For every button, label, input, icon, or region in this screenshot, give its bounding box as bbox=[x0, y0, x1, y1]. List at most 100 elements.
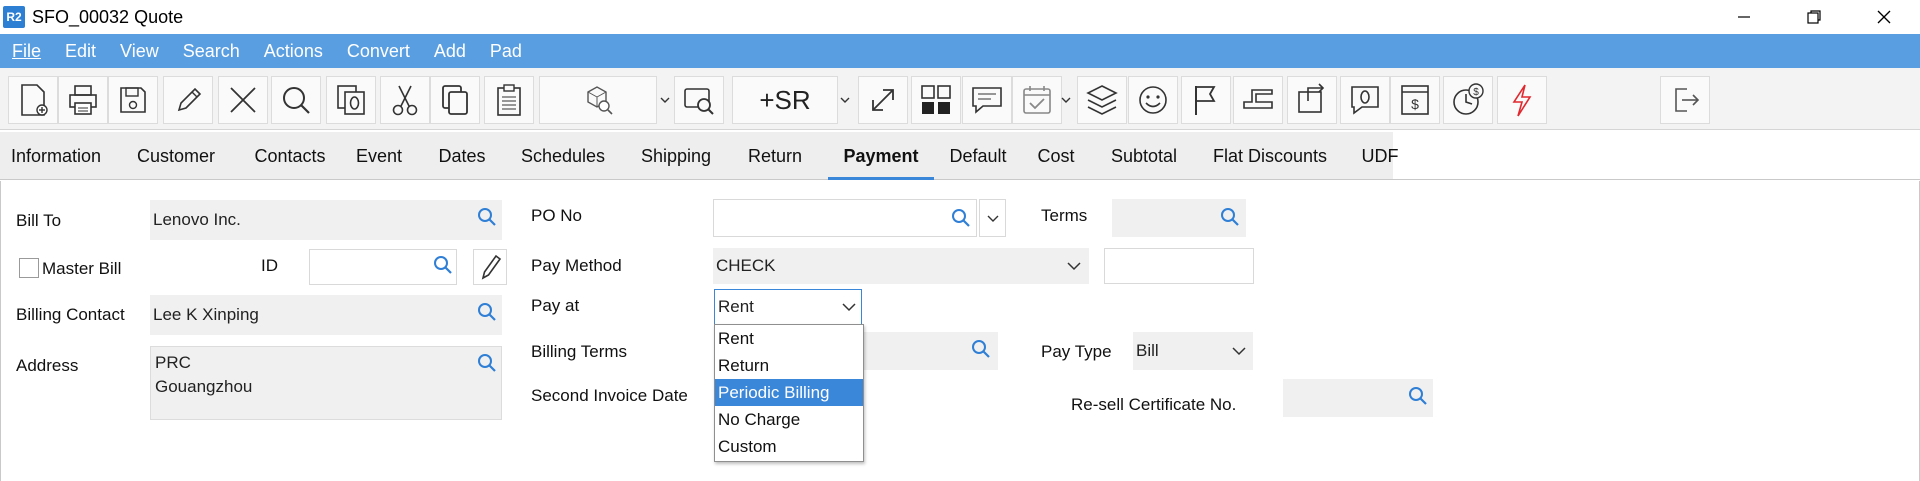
pencil-icon bbox=[481, 254, 502, 280]
tab-contacts[interactable]: Contacts bbox=[240, 132, 340, 180]
tab-dates[interactable]: Dates bbox=[426, 132, 498, 180]
preview-button[interactable] bbox=[674, 76, 724, 124]
address-search-icon[interactable] bbox=[477, 353, 497, 373]
flag-button[interactable] bbox=[1181, 76, 1231, 124]
po-no-search-icon[interactable] bbox=[951, 208, 971, 228]
delete-button[interactable] bbox=[218, 76, 268, 124]
tab-flat-discounts[interactable]: Flat Discounts bbox=[1206, 132, 1334, 180]
calendar-dropdown[interactable] bbox=[1059, 76, 1073, 124]
add-sr-button[interactable]: +SR bbox=[732, 76, 838, 124]
resell-certificate-search-icon[interactable] bbox=[1408, 386, 1428, 406]
bill-to-label: Bill To bbox=[16, 211, 62, 230]
close-button[interactable] bbox=[1854, 0, 1914, 34]
second-invoice-date-label: Second Invoice Date bbox=[531, 386, 688, 405]
chevron-down-icon bbox=[1061, 97, 1071, 103]
add-sr-dropdown[interactable] bbox=[838, 76, 852, 124]
layers-button[interactable] bbox=[1077, 76, 1127, 124]
tab-udf[interactable]: UDF bbox=[1352, 132, 1408, 180]
quick-action-button[interactable] bbox=[1497, 76, 1547, 124]
pay-method-select[interactable]: CHECK bbox=[713, 248, 1089, 284]
expand-button[interactable] bbox=[858, 76, 908, 124]
print-button[interactable] bbox=[58, 76, 108, 124]
id-search-icon[interactable] bbox=[433, 255, 453, 275]
tab-shipping[interactable]: Shipping bbox=[630, 132, 722, 180]
paste-button[interactable] bbox=[484, 76, 534, 124]
menu-convert[interactable]: Convert bbox=[335, 34, 422, 68]
pay-at-option-periodic-billing[interactable]: Periodic Billing bbox=[715, 379, 863, 406]
tab-default[interactable]: Default bbox=[938, 132, 1018, 180]
tab-event[interactable]: Event bbox=[348, 132, 410, 180]
stapler-button[interactable] bbox=[1233, 76, 1283, 124]
pay-at-select[interactable]: Rent bbox=[714, 289, 862, 325]
po-no-dropdown-button[interactable] bbox=[979, 199, 1006, 237]
save-button[interactable] bbox=[108, 76, 158, 124]
billing-contact-field[interactable]: Lee K Xinping bbox=[150, 295, 502, 335]
chevron-down-icon[interactable] bbox=[1231, 343, 1247, 359]
product-lookup-button[interactable] bbox=[539, 76, 657, 124]
clock-dollar-icon: $ bbox=[1453, 83, 1484, 115]
tab-customer[interactable]: Customer bbox=[122, 132, 230, 180]
message-button[interactable] bbox=[1340, 76, 1390, 124]
billing-contact-label: Billing Contact bbox=[16, 305, 125, 324]
menu-edit[interactable]: Edit bbox=[53, 34, 108, 68]
bill-to-search-icon[interactable] bbox=[477, 207, 497, 227]
window-title: SFO_00032 Quote bbox=[32, 7, 184, 27]
new-document-icon bbox=[21, 84, 48, 116]
terms-search-icon[interactable] bbox=[1220, 207, 1240, 227]
pay-at-option-no-charge[interactable]: No Charge bbox=[715, 406, 863, 433]
copy-button[interactable] bbox=[430, 76, 480, 124]
tab-subtotal[interactable]: Subtotal bbox=[1100, 132, 1188, 180]
billing-terms-search-icon[interactable] bbox=[971, 339, 991, 359]
svg-text:$: $ bbox=[1411, 96, 1419, 112]
smiley-icon bbox=[1139, 86, 1167, 114]
po-no-field[interactable] bbox=[713, 199, 977, 237]
menu-actions[interactable]: Actions bbox=[252, 34, 335, 68]
pay-at-option-rent[interactable]: Rent bbox=[715, 325, 863, 352]
menu-view[interactable]: View bbox=[108, 34, 171, 68]
product-lookup-dropdown[interactable] bbox=[658, 76, 672, 124]
chevron-down-icon[interactable] bbox=[841, 299, 857, 315]
exit-button[interactable] bbox=[1660, 76, 1710, 124]
comment-button[interactable] bbox=[962, 76, 1012, 124]
bill-to-field[interactable]: Lenovo Inc. bbox=[150, 200, 502, 240]
feedback-button[interactable] bbox=[1128, 76, 1178, 124]
calendar-check-icon bbox=[1023, 86, 1051, 114]
menu-search[interactable]: Search bbox=[171, 34, 252, 68]
billing-contact-search-icon[interactable] bbox=[477, 302, 497, 322]
billing-schedule-button[interactable]: $ bbox=[1443, 76, 1493, 124]
new-button[interactable] bbox=[8, 76, 58, 124]
title-bar: R2 SFO_00032 Quote bbox=[0, 0, 1920, 34]
cut-button[interactable] bbox=[380, 76, 430, 124]
restore-button[interactable] bbox=[1784, 0, 1844, 34]
menu-file[interactable]: File bbox=[0, 34, 53, 68]
tab-return[interactable]: Return bbox=[738, 132, 812, 180]
master-bill-checkbox[interactable] bbox=[19, 258, 39, 278]
box-arrow-icon bbox=[1298, 83, 1325, 113]
id-edit-button[interactable] bbox=[473, 249, 507, 285]
chevron-down-icon bbox=[840, 97, 850, 103]
save-icon bbox=[120, 87, 146, 113]
tab-cost[interactable]: Cost bbox=[1032, 132, 1080, 180]
address-label: Address bbox=[16, 356, 79, 375]
tab-information[interactable]: Information bbox=[0, 132, 112, 180]
pay-method-label: Pay Method bbox=[531, 256, 622, 275]
tab-schedules[interactable]: Schedules bbox=[512, 132, 614, 180]
invoice-button[interactable]: $ bbox=[1390, 76, 1440, 124]
menu-add[interactable]: Add bbox=[422, 34, 478, 68]
pay-at-option-return[interactable]: Return bbox=[715, 352, 863, 379]
magnifier-icon bbox=[283, 87, 310, 114]
copy-record-button[interactable] bbox=[326, 76, 376, 124]
export-button[interactable] bbox=[1287, 76, 1337, 124]
menu-pad[interactable]: Pad bbox=[478, 34, 534, 68]
address-field[interactable]: PRC Gouangzhou bbox=[150, 346, 502, 420]
grid-view-button[interactable] bbox=[911, 76, 961, 124]
pay-method-extra-field[interactable] bbox=[1104, 248, 1254, 284]
pay-at-option-custom[interactable]: Custom bbox=[715, 433, 863, 460]
calendar-button[interactable] bbox=[1012, 76, 1062, 124]
search-button[interactable] bbox=[271, 76, 321, 124]
tab-payment[interactable]: Payment bbox=[828, 132, 934, 180]
edit-button[interactable] bbox=[163, 76, 213, 124]
chevron-down-icon[interactable] bbox=[1066, 258, 1082, 274]
minimize-button[interactable] bbox=[1714, 0, 1774, 34]
terms-label: Terms bbox=[1041, 206, 1088, 225]
